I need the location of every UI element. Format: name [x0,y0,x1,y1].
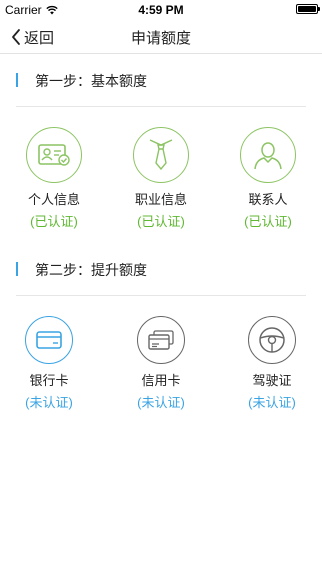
divider [16,106,306,107]
section-accent-bar [16,73,18,87]
nav-bar: 返回 申请额度 [0,20,322,54]
bank-card-label: 银行卡 [29,373,69,388]
driver-license-status: (未认证) [248,395,296,410]
tie-icon [133,127,189,183]
section-header-step2: 第二步：提升额度 [0,259,322,279]
job-info-item[interactable]: 职业信息 (已认证) [121,127,201,230]
bank-card-status: (未认证) [25,395,73,410]
page-title: 申请额度 [130,30,191,47]
section-title-step2: 第二步：提升额度 [35,262,147,278]
job-info-label: 职业信息 [134,192,187,207]
contacts-label: 联系人 [248,192,288,207]
section-header-step1: 第一步：基本额度 [0,70,322,90]
status-time: 4:59 PM [138,3,184,17]
battery-icon [296,4,320,14]
status-right [296,4,320,14]
bank-card-item[interactable]: 银行卡 (未认证) [9,316,89,411]
id-card-icon [26,127,82,183]
driver-license-item[interactable]: 驾驶证 (未认证) [232,316,312,411]
divider [16,295,306,296]
credit-card-item[interactable]: 信用卡 (未认证) [121,316,201,411]
personal-info-label: 个人信息 [27,192,80,207]
credit-card-label: 信用卡 [141,373,181,388]
person-icon [240,127,296,183]
section-title-step1: 第一步：基本额度 [35,73,147,89]
bank-card-icon [25,316,73,364]
credit-card-status: (未认证) [137,395,185,410]
status-bar: Carrier 4:59 PM [0,0,322,20]
contacts-status: (已认证) [244,214,292,229]
credit-card-icon [137,316,185,364]
contacts-item[interactable]: 联系人 (已认证) [228,127,308,230]
driver-license-label: 驾驶证 [252,373,292,388]
personal-info-item[interactable]: 个人信息 (已认证) [14,127,94,230]
personal-info-status: (已认证) [30,214,78,229]
steering-wheel-icon [248,316,296,364]
job-info-status: (已认证) [137,214,185,229]
section-accent-bar [16,262,18,276]
